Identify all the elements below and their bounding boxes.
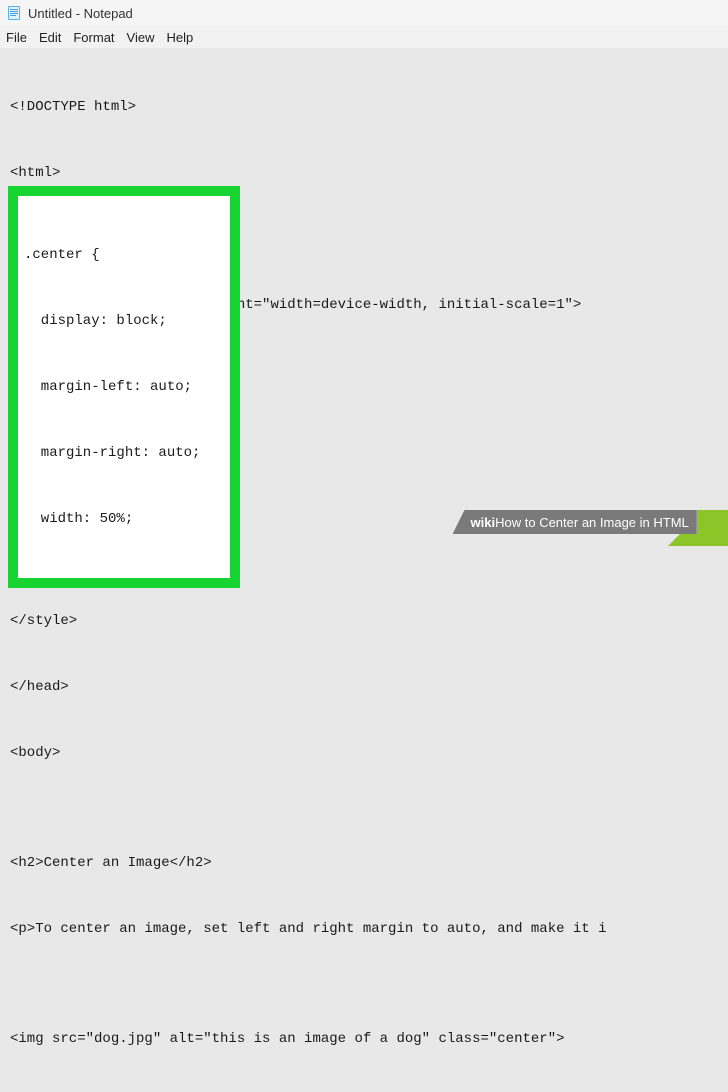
code-line: <body> [10, 742, 718, 764]
menu-view[interactable]: View [127, 30, 155, 45]
css-highlight-box: .center { display: block; margin-left: a… [8, 186, 240, 588]
brand-wiki: wiki [471, 515, 496, 530]
code-line: <!DOCTYPE html> [10, 96, 718, 118]
menu-file[interactable]: File [6, 30, 27, 45]
menu-edit[interactable]: Edit [39, 30, 61, 45]
code-line: <html> [10, 162, 718, 184]
menu-format[interactable]: Format [73, 30, 114, 45]
code-line: .center { [24, 244, 226, 266]
window-titlebar: Untitled - Notepad [0, 0, 728, 26]
wikihow-branding: wikiHow to Center an Image in HTML [453, 510, 728, 534]
code-line: </head> [10, 676, 718, 698]
brand-how: How [495, 515, 521, 530]
brand-grey-segment: wikiHow to Center an Image in HTML [453, 510, 697, 534]
menubar: File Edit Format View Help [0, 26, 728, 48]
window-title: Untitled - Notepad [28, 6, 133, 21]
code-line: <h2>Center an Image</h2> [10, 852, 718, 874]
code-line: <img src="dog.jpg" alt="this is an image… [10, 1028, 718, 1050]
code-line: display: block; [24, 310, 226, 332]
code-line: width: 50%; [24, 508, 226, 530]
editor-area[interactable]: <!DOCTYPE html> <html> <head> <meta name… [0, 48, 728, 1092]
code-line: margin-left: auto; [24, 376, 226, 398]
notepad-icon [6, 5, 22, 21]
code-line: </style> [10, 610, 718, 632]
brand-green-segment [697, 510, 728, 534]
menu-help[interactable]: Help [166, 30, 193, 45]
brand-suffix: to Center an Image in HTML [521, 515, 689, 530]
code-line: margin-right: auto; [24, 442, 226, 464]
code-line: <p>To center an image, set left and righ… [10, 918, 718, 940]
